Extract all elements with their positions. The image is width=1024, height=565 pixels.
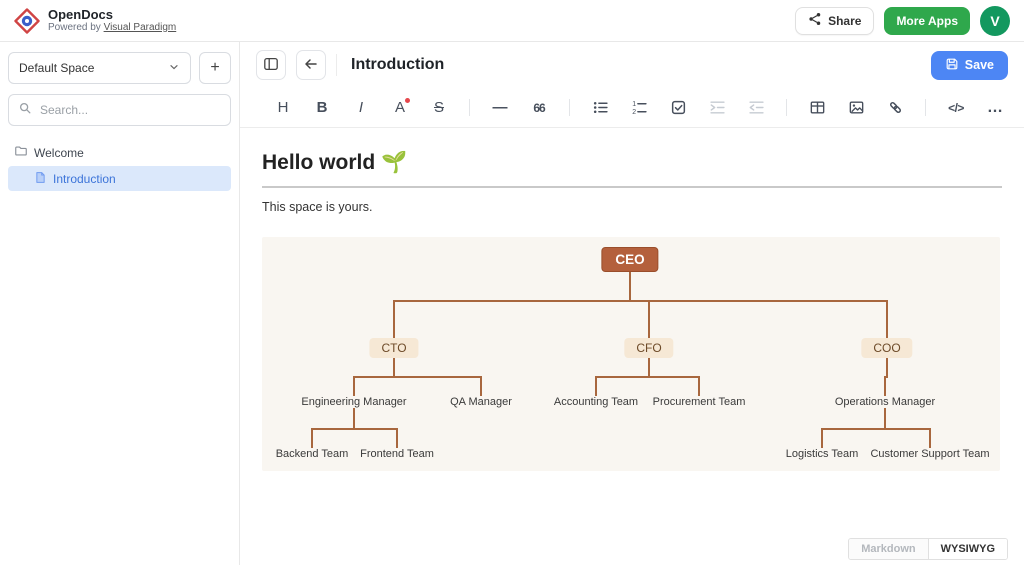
bullet-list-button[interactable]: [587, 95, 613, 121]
tree-item-label: Welcome: [34, 146, 84, 160]
formatting-toolbar: H B I A S — 66 12: [240, 88, 1024, 128]
bold-button[interactable]: B: [309, 95, 335, 121]
heading-rule: [262, 186, 1002, 188]
svg-text:1: 1: [632, 101, 636, 108]
wysiwyg-tab[interactable]: WYSIWYG: [929, 539, 1007, 559]
org-node-cs: Customer Support Team: [870, 447, 989, 461]
link-button[interactable]: [882, 95, 908, 121]
org-node-log: Logistics Team: [786, 447, 859, 461]
add-space-button[interactable]: +: [199, 52, 231, 84]
powered-by: Powered by Visual Paradigm: [48, 22, 176, 34]
powered-by-prefix: Powered by: [48, 22, 104, 33]
editor-mode-switch: Markdown WYSIWYG: [848, 538, 1008, 560]
opendocs-logo-icon: [14, 8, 40, 34]
brand: OpenDocs Powered by Visual Paradigm: [14, 8, 176, 34]
back-arrow-icon: [303, 56, 319, 75]
toolbar-separator: [925, 99, 926, 116]
italic-button[interactable]: I: [348, 95, 374, 121]
sidebar-item-welcome[interactable]: Welcome: [8, 140, 231, 165]
outdent-button[interactable]: [743, 95, 769, 121]
main-panel: Introduction Save H B I A S — 66: [240, 42, 1024, 565]
org-node-back: Backend Team: [276, 447, 349, 461]
save-button[interactable]: Save: [931, 51, 1008, 80]
app-window: OpenDocs Powered by Visual Paradigm Shar…: [0, 0, 1024, 565]
document-heading: Hello world 🌱: [262, 150, 1002, 176]
color-indicator-dot: [405, 98, 410, 103]
indent-button[interactable]: [704, 95, 730, 121]
document-paragraph: This space is yours.: [262, 200, 1002, 215]
toggle-sidebar-button[interactable]: [256, 50, 286, 80]
toolbar-separator: [469, 99, 470, 116]
document-header: Introduction Save: [240, 42, 1024, 88]
document-editor[interactable]: Hello world 🌱 This space is yours. CEO CT…: [240, 128, 1024, 565]
header-divider: [336, 54, 337, 76]
toolbar-separator: [569, 99, 570, 116]
org-node-front: Frontend Team: [360, 447, 434, 461]
markdown-tab[interactable]: Markdown: [849, 539, 928, 559]
share-icon: [808, 12, 822, 29]
space-selector[interactable]: Default Space: [8, 52, 191, 84]
more-apps-button[interactable]: More Apps: [884, 7, 970, 35]
more-button[interactable]: …: [982, 95, 1008, 121]
save-label: Save: [965, 58, 994, 72]
image-button[interactable]: [843, 95, 869, 121]
header-actions: Share More Apps V: [795, 6, 1010, 36]
font-color-button[interactable]: A: [387, 95, 413, 121]
code-button[interactable]: </>: [943, 95, 969, 121]
task-list-button[interactable]: [665, 95, 691, 121]
blockquote-button[interactable]: 66: [526, 95, 552, 121]
svg-text:2: 2: [632, 109, 636, 116]
org-chart: CEO CTO CFO COO Engineering Manager QA Manage…: [262, 237, 1000, 471]
top-header: OpenDocs Powered by Visual Paradigm Shar…: [0, 0, 1024, 42]
horizontal-rule-button[interactable]: —: [487, 95, 513, 121]
numbered-list-button[interactable]: 12: [626, 95, 652, 121]
body-row: Default Space + Welcome: [0, 42, 1024, 565]
visual-paradigm-link[interactable]: Visual Paradigm: [104, 22, 177, 33]
org-node-coo: COO: [861, 338, 912, 358]
app-name: OpenDocs: [48, 8, 176, 22]
search-input[interactable]: [38, 102, 221, 118]
org-node-cto: CTO: [369, 338, 418, 358]
brand-text: OpenDocs Powered by Visual Paradigm: [48, 8, 176, 34]
back-button[interactable]: [296, 50, 326, 80]
heading-button[interactable]: H: [270, 95, 296, 121]
org-node-ceo: CEO: [601, 247, 658, 272]
org-node-proc: Procurement Team: [653, 395, 746, 409]
share-label: Share: [828, 14, 861, 28]
sidebar-top: Default Space +: [8, 52, 231, 84]
document-icon: [34, 171, 47, 187]
org-node-qa: QA Manager: [450, 395, 512, 409]
chevron-down-icon: [168, 61, 180, 76]
org-node-cfo: CFO: [624, 338, 673, 358]
sidebar-panel-icon: [263, 56, 279, 75]
space-selector-label: Default Space: [19, 61, 94, 75]
avatar[interactable]: V: [980, 6, 1010, 36]
search-icon: [18, 101, 32, 120]
save-icon: [945, 57, 959, 74]
org-node-eng: Engineering Manager: [301, 395, 406, 409]
page-tree: Welcome Introduction: [8, 140, 231, 191]
org-node-acct: Accounting Team: [554, 395, 638, 409]
share-button[interactable]: Share: [795, 7, 874, 35]
page-title: Introduction: [351, 56, 921, 74]
table-button[interactable]: [804, 95, 830, 121]
folder-icon: [14, 144, 28, 161]
strikethrough-button[interactable]: S: [426, 95, 452, 121]
sidebar-item-introduction[interactable]: Introduction: [8, 166, 231, 191]
toolbar-separator: [786, 99, 787, 116]
tree-item-label: Introduction: [53, 172, 116, 186]
sidebar: Default Space + Welcome: [0, 42, 240, 565]
search-box[interactable]: [8, 94, 231, 126]
org-node-opsm: Operations Manager: [835, 395, 935, 409]
